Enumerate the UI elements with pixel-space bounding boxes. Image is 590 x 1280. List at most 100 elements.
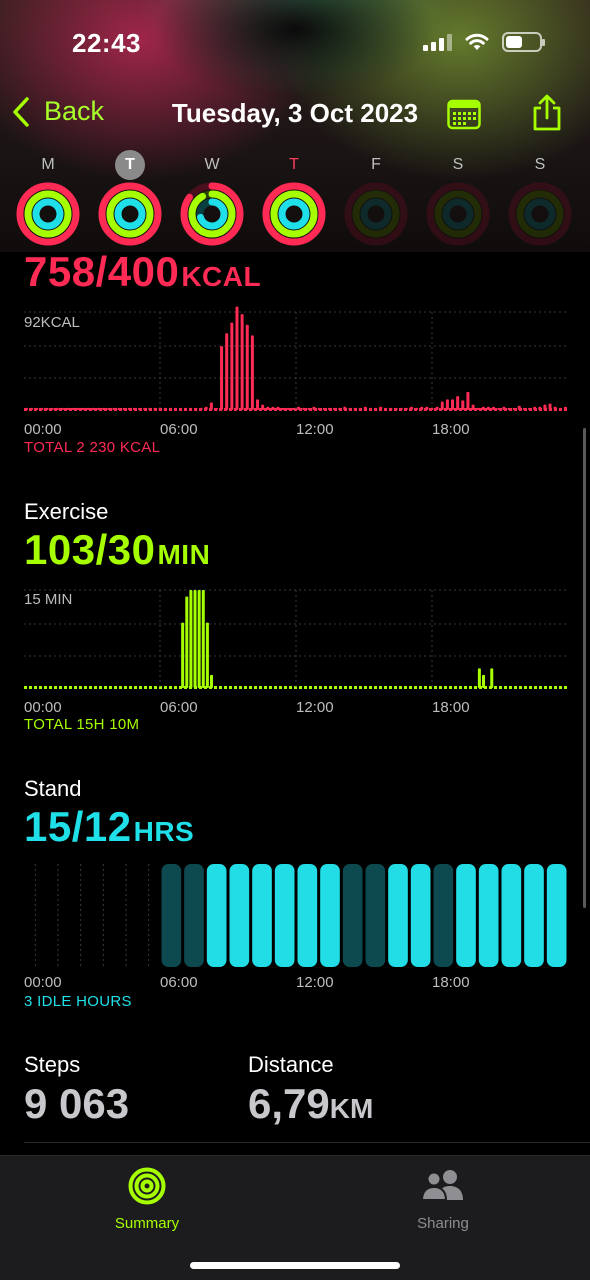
move-bar — [456, 396, 460, 410]
move-bar — [415, 407, 419, 410]
move-bar — [76, 407, 80, 410]
stand-bar — [546, 864, 567, 967]
move-bar — [425, 406, 429, 410]
exercise-baseline-dot — [349, 686, 352, 689]
exercise-baseline-dot — [224, 686, 227, 689]
exercise-baseline-dot — [529, 686, 532, 689]
move-bar — [548, 403, 552, 410]
exercise-x-tick: 06:00 — [160, 699, 198, 716]
exercise-baseline-dot — [329, 686, 332, 689]
exercise-baseline-dot — [174, 686, 177, 689]
move-bar — [71, 407, 75, 410]
header: 22:43 Back Tuesday, 3 Oct 2023 M T W T F… — [0, 0, 590, 252]
stand-bar — [274, 864, 295, 967]
move-max-label: 92KCAL — [24, 314, 80, 331]
activity-rings-icon — [128, 1167, 166, 1205]
move-bar — [353, 407, 357, 410]
stand-bar — [501, 864, 522, 967]
exercise-baseline-dot — [104, 686, 107, 689]
exercise-baseline-dot — [354, 686, 357, 689]
exercise-bar — [181, 622, 185, 688]
move-bar — [189, 407, 193, 410]
share-icon — [533, 94, 561, 131]
exercise-baseline-dot — [254, 686, 257, 689]
move-bar — [271, 406, 275, 410]
tab-sharing[interactable]: Sharing — [373, 1166, 513, 1232]
move-bar — [322, 407, 326, 410]
exercise-baseline-dot — [239, 686, 242, 689]
move-bar — [563, 406, 567, 410]
exercise-baseline-dot — [504, 686, 507, 689]
day-ring-5[interactable] — [426, 182, 490, 246]
exercise-baseline-dot — [149, 686, 152, 689]
stand-idle-bar — [365, 864, 386, 967]
exercise-baseline-dot — [344, 686, 347, 689]
day-ring-4[interactable] — [344, 182, 408, 246]
move-bar — [240, 314, 244, 410]
weekday-0: M — [41, 156, 55, 173]
calendar-button[interactable] — [447, 98, 481, 135]
stand-idle-bar — [433, 864, 454, 967]
move-bar — [307, 407, 311, 410]
exercise-baseline-dot — [384, 686, 387, 689]
day-ring-0[interactable] — [16, 182, 80, 246]
stand-x-tick: 12:00 — [296, 974, 334, 991]
move-baseline-dot — [79, 408, 82, 411]
exercise-baseline-dot — [534, 686, 537, 689]
exercise-baseline-dot — [419, 686, 422, 689]
people-icon — [420, 1170, 463, 1201]
date-title: Tuesday, 3 Oct 2023 — [171, 98, 419, 128]
tab-summary[interactable]: Summary — [77, 1166, 217, 1232]
move-bar — [317, 407, 321, 410]
move-bar — [40, 407, 44, 410]
exercise-bar — [210, 674, 214, 688]
move-bar — [481, 406, 485, 410]
move-bar — [404, 407, 408, 410]
move-bar — [430, 407, 434, 410]
move-bar — [173, 407, 177, 410]
move-bar — [45, 407, 49, 410]
exercise-baseline-dot — [274, 686, 277, 689]
move-bar — [368, 407, 372, 410]
stand-idle-bar — [184, 864, 204, 967]
move-bar — [168, 407, 172, 410]
move-bar — [528, 407, 532, 410]
stand-chart: 00:00 06:00 12:00 18:00 — [24, 860, 568, 996]
exercise-baseline-dot — [169, 686, 172, 689]
day-ring-3[interactable] — [262, 182, 326, 246]
move-bar — [245, 324, 249, 410]
exercise-baseline-dot — [369, 686, 372, 689]
steps-value: 9 063 — [24, 1080, 130, 1127]
move-bar — [35, 407, 39, 410]
day-ring-6[interactable] — [508, 182, 572, 246]
exercise-baseline-dot — [544, 686, 547, 689]
share-button[interactable] — [531, 94, 563, 137]
move-bar — [379, 406, 383, 410]
move-bar — [461, 400, 465, 410]
exercise-bar — [193, 590, 197, 688]
move-chart-svg: 92KCAL 00:00 06:00 12:00 18:00 — [24, 306, 568, 438]
exercise-baseline-dot — [464, 686, 467, 689]
move-bar — [291, 407, 295, 410]
exercise-baseline-dot — [299, 686, 302, 689]
day-ring-2[interactable] — [180, 182, 244, 246]
tab-summary-label: Summary — [114, 1215, 180, 1232]
exercise-chart: 15 MIN 00:00 06:00 12:00 18:00 — [24, 584, 568, 724]
day-ring-1[interactable] — [98, 182, 162, 246]
move-bar — [102, 407, 106, 410]
stand-idle-bar — [342, 864, 363, 967]
exercise-baseline-dot — [34, 686, 37, 689]
move-bar — [184, 407, 188, 410]
move-bar — [374, 407, 378, 410]
exercise-baseline-dot — [309, 686, 312, 689]
move-bar — [179, 407, 183, 410]
exercise-baseline-dot — [494, 686, 497, 689]
move-total: TOTAL 2 230 KCAL — [24, 439, 161, 456]
move-bar — [312, 406, 316, 410]
tab-sharing-label: Sharing — [417, 1215, 469, 1232]
exercise-baseline-dot — [549, 686, 552, 689]
exercise-baseline-dot — [539, 686, 542, 689]
scrollbar[interactable] — [583, 428, 586, 908]
exercise-baseline-dot — [394, 686, 397, 689]
move-bar — [533, 406, 537, 410]
